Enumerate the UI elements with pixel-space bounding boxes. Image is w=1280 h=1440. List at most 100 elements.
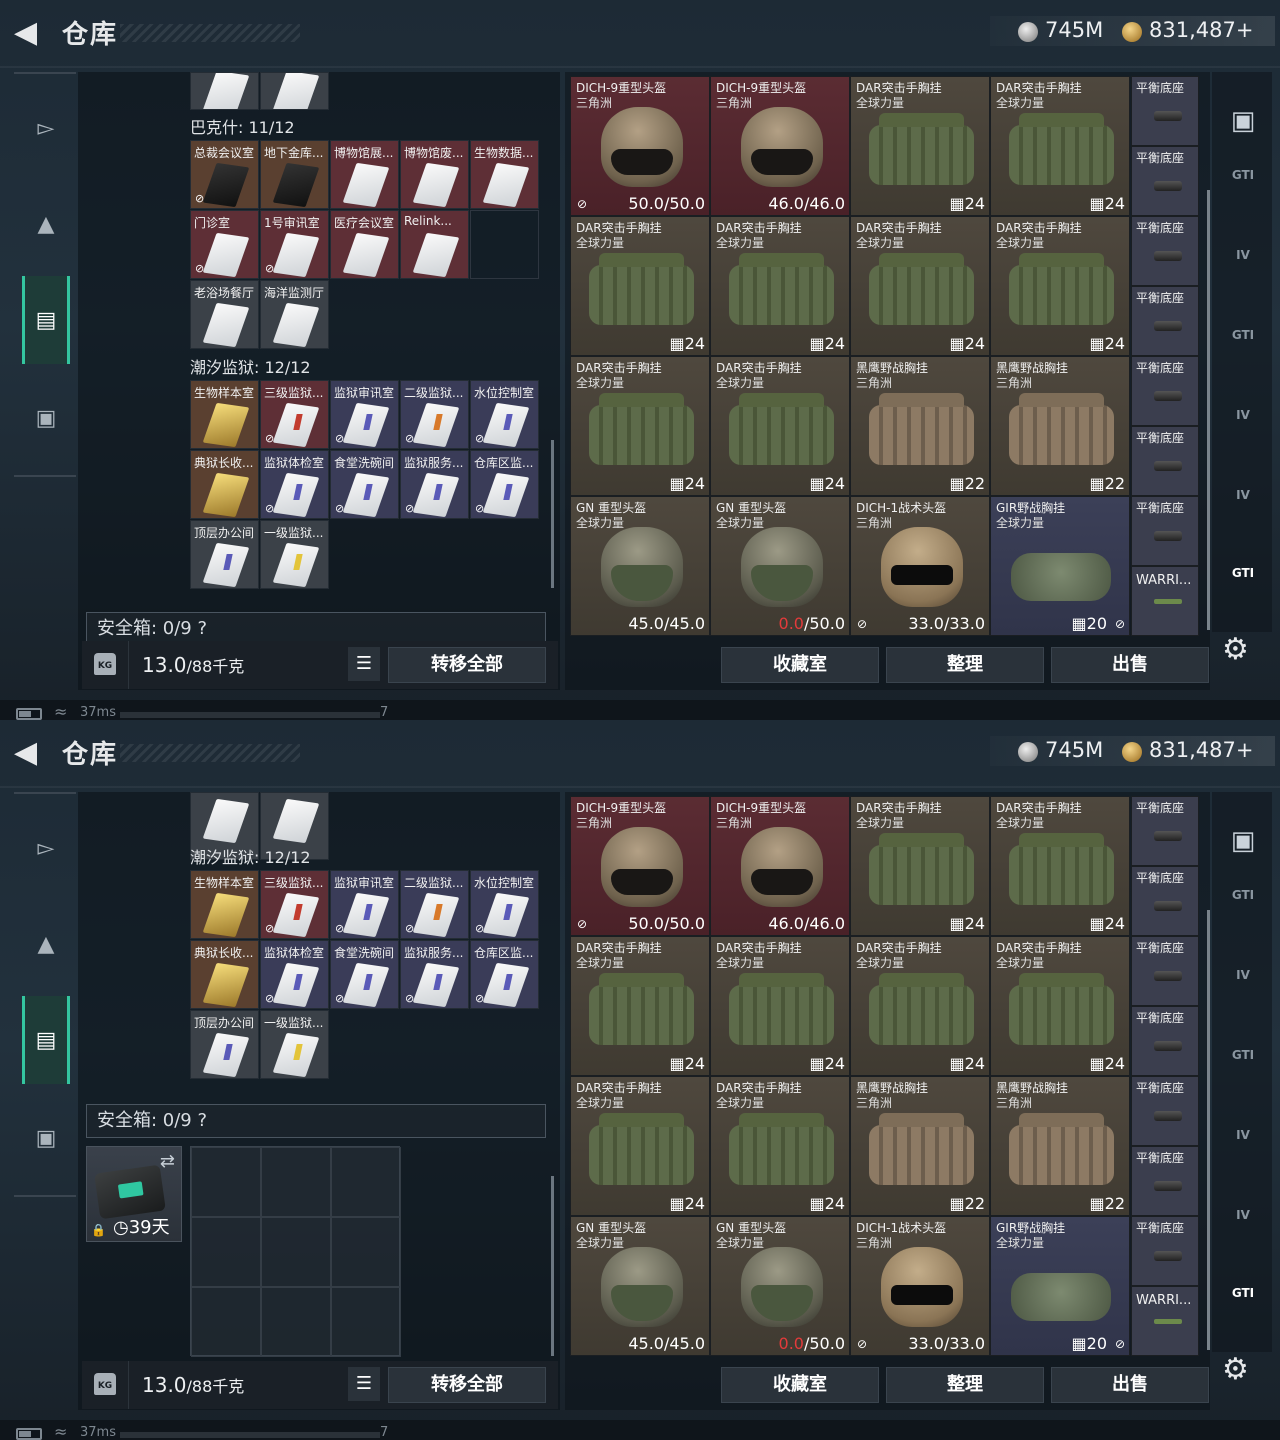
key-card[interactable]: 医疗会议室 (330, 210, 399, 279)
inventory-item[interactable]: 黑鹰野战胸挂 三角洲 ▦22 (990, 356, 1130, 496)
attachment-slot[interactable]: 平衡底座 (1131, 426, 1199, 496)
sidebar-slot[interactable]: IV (1220, 1110, 1266, 1160)
inventory-item[interactable]: DAR突击手胸挂 全球力量 ▦24 (710, 1076, 850, 1216)
attachment-slot[interactable]: WARRI... (1131, 566, 1199, 636)
safe-box-grid[interactable] (190, 1146, 401, 1357)
key-card[interactable]: 顶层办公间 (190, 1010, 259, 1079)
inventory-item[interactable]: DAR突击手胸挂 全球力量 ▦24 (710, 216, 850, 356)
key-card[interactable]: 生物样本室 (190, 870, 259, 939)
armor-icon[interactable]: ▲ (22, 900, 70, 988)
key-card[interactable]: Relink... (400, 210, 469, 279)
transfer-all-button[interactable]: 转移全部 (388, 1367, 546, 1403)
helmet-filter-icon[interactable]: ▣ (1220, 816, 1266, 866)
back-arrow-icon[interactable]: ◀ (14, 738, 44, 768)
grid-scrollbar[interactable] (1207, 910, 1210, 1350)
safe-container-item[interactable]: ⇄ 🔒 ◷39天 (86, 1146, 182, 1242)
key-card[interactable]: 监狱体检室 ⊘ (260, 940, 329, 1009)
key-card[interactable]: 监狱体检室 ⊘ (260, 450, 329, 519)
gold-currency[interactable]: 831,487+ (1149, 738, 1253, 762)
inventory-item[interactable]: DAR突击手胸挂 全球力量 ▦24 (570, 1076, 710, 1216)
attachment-slot[interactable]: 平衡底座 (1131, 496, 1199, 566)
inventory-item[interactable]: DAR突击手胸挂 全球力量 ▦24 (710, 936, 850, 1076)
inventory-item[interactable]: DAR突击手胸挂 全球力量 ▦24 (570, 356, 710, 496)
list-view-button[interactable]: ☰ (348, 647, 380, 681)
inventory-item[interactable]: GIR野战胸挂 全球力量 ▦20 ⊘ (990, 1216, 1130, 1356)
attachment-slot[interactable]: 平衡底座 (1131, 936, 1199, 1006)
key-card[interactable]: 海洋监测厅 (260, 280, 329, 349)
key-card[interactable]: 博物馆展... (330, 140, 399, 209)
pistol-icon[interactable]: ▻ (22, 84, 70, 172)
backpack-icon[interactable]: ▤ (22, 996, 70, 1084)
inventory-item[interactable]: DAR突击手胸挂 全球力量 ▦24 (990, 216, 1130, 356)
attachment-slot[interactable]: 平衡底座 (1131, 286, 1199, 356)
inventory-item[interactable]: DAR突击手胸挂 全球力量 ▦24 (850, 936, 990, 1076)
inventory-item[interactable]: 黑鹰野战胸挂 三角洲 ▦22 (990, 1076, 1130, 1216)
inventory-item[interactable]: DICH-9重型头盔 三角洲 50.0/50.0 ⊘ (570, 796, 710, 936)
sell-button[interactable]: 出售 (1051, 1367, 1209, 1403)
inventory-item[interactable]: DAR突击手胸挂 全球力量 ▦24 (850, 76, 990, 216)
pistol-icon[interactable]: ▻ (22, 804, 70, 892)
inventory-item[interactable]: DAR突击手胸挂 全球力量 ▦24 (990, 936, 1130, 1076)
key-card[interactable]: 典狱长收... (190, 450, 259, 519)
attachment-slot[interactable]: 平衡底座 (1131, 1216, 1199, 1286)
key-card[interactable]: 顶层办公间 (190, 520, 259, 589)
inventory-item[interactable]: DAR突击手胸挂 全球力量 ▦24 (990, 76, 1130, 216)
sidebar-slot[interactable]: IV (1220, 950, 1266, 1000)
inventory-item[interactable]: 黑鹰野战胸挂 三角洲 ▦22 (850, 356, 990, 496)
key-card[interactable]: 二级监狱... ⊘ (400, 380, 469, 449)
key-card[interactable]: 食堂洗碗间 ⊘ (330, 940, 399, 1009)
helmet-filter-icon[interactable]: ▣ (1220, 96, 1266, 146)
inventory-item[interactable]: DICH-1战术头盔 三角洲 33.0/33.0 ⊘ (850, 1216, 990, 1356)
attachment-slot[interactable]: 平衡底座 (1131, 76, 1199, 146)
key-card[interactable]: 地下金库... (260, 140, 329, 209)
backpack-icon[interactable]: ▤ (22, 276, 70, 364)
sidebar-slot[interactable]: IV (1220, 390, 1266, 440)
armor-icon[interactable]: ▲ (22, 180, 70, 268)
attachment-slot[interactable]: 平衡底座 (1131, 216, 1199, 286)
key-card[interactable]: 食堂洗碗间 ⊘ (330, 450, 399, 519)
key-card[interactable]: 博物馆废... (400, 140, 469, 209)
inventory-item[interactable]: GN 重型头盔 全球力量 45.0/45.0 (570, 496, 710, 636)
key-card[interactable]: 典狱长收... (190, 940, 259, 1009)
list-view-button[interactable]: ☰ (348, 1367, 380, 1401)
organize-button[interactable]: 整理 (886, 647, 1044, 683)
grid-scrollbar[interactable] (1207, 190, 1210, 630)
inventory-item[interactable]: GIR野战胸挂 全球力量 ▦20 ⊘ (990, 496, 1130, 636)
sidebar-slot[interactable]: GTI (1220, 870, 1266, 920)
key-card[interactable]: 水位控制室 ⊘ (470, 870, 539, 939)
key-card[interactable]: 1号审讯室 ⊘ (260, 210, 329, 279)
sidebar-slot[interactable]: GTI (1220, 1268, 1266, 1318)
collection-room-button[interactable]: 收藏室 (721, 647, 879, 683)
briefcase-icon[interactable]: ▣ (22, 374, 70, 462)
key-card[interactable] (190, 72, 259, 110)
key-card[interactable]: 水位控制室 ⊘ (470, 380, 539, 449)
empty-key-slot[interactable] (470, 210, 539, 279)
attachment-slot[interactable]: 平衡底座 (1131, 866, 1199, 936)
inventory-item[interactable]: 黑鹰野战胸挂 三角洲 ▦22 (850, 1076, 990, 1216)
attachment-slot[interactable]: 平衡底座 (1131, 1146, 1199, 1216)
key-card[interactable]: 监狱服务... ⊘ (400, 940, 469, 1009)
inventory-item[interactable]: DAR突击手胸挂 全球力量 ▦24 (990, 796, 1130, 936)
transfer-all-button[interactable]: 转移全部 (388, 647, 546, 683)
inventory-item[interactable]: GN 重型头盔 全球力量 0.0/50.0 (710, 496, 850, 636)
inventory-item[interactable]: DICH-9重型头盔 三角洲 46.0/46.0 (710, 796, 850, 936)
inventory-item[interactable]: DICH-1战术头盔 三角洲 33.0/33.0 ⊘ (850, 496, 990, 636)
key-card[interactable]: 一级监狱... (260, 520, 329, 589)
sell-button[interactable]: 出售 (1051, 647, 1209, 683)
key-card[interactable]: 监狱服务... ⊘ (400, 450, 469, 519)
inventory-item[interactable]: GN 重型头盔 全球力量 0.0/50.0 (710, 1216, 850, 1356)
key-card[interactable] (260, 72, 329, 110)
key-card[interactable]: 仓库区监... ⊘ (470, 450, 539, 519)
organize-button[interactable]: 整理 (886, 1367, 1044, 1403)
key-card[interactable]: 门诊室 ⊘ (190, 210, 259, 279)
swap-icon[interactable]: ⇄ (160, 1151, 175, 1172)
attachment-slot[interactable]: WARRI... (1131, 1286, 1199, 1356)
inventory-item[interactable]: GN 重型头盔 全球力量 45.0/45.0 (570, 1216, 710, 1356)
gear-icon[interactable]: ⚙ (1222, 632, 1249, 667)
key-card[interactable]: 仓库区监... ⊘ (470, 940, 539, 1009)
key-scrollbar[interactable] (551, 440, 554, 588)
key-card[interactable]: 生物数据... (470, 140, 539, 209)
key-card[interactable]: 老浴场餐厅 (190, 280, 259, 349)
key-card[interactable]: 二级监狱... ⊘ (400, 870, 469, 939)
inventory-item[interactable]: DICH-9重型头盔 三角洲 46.0/46.0 (710, 76, 850, 216)
